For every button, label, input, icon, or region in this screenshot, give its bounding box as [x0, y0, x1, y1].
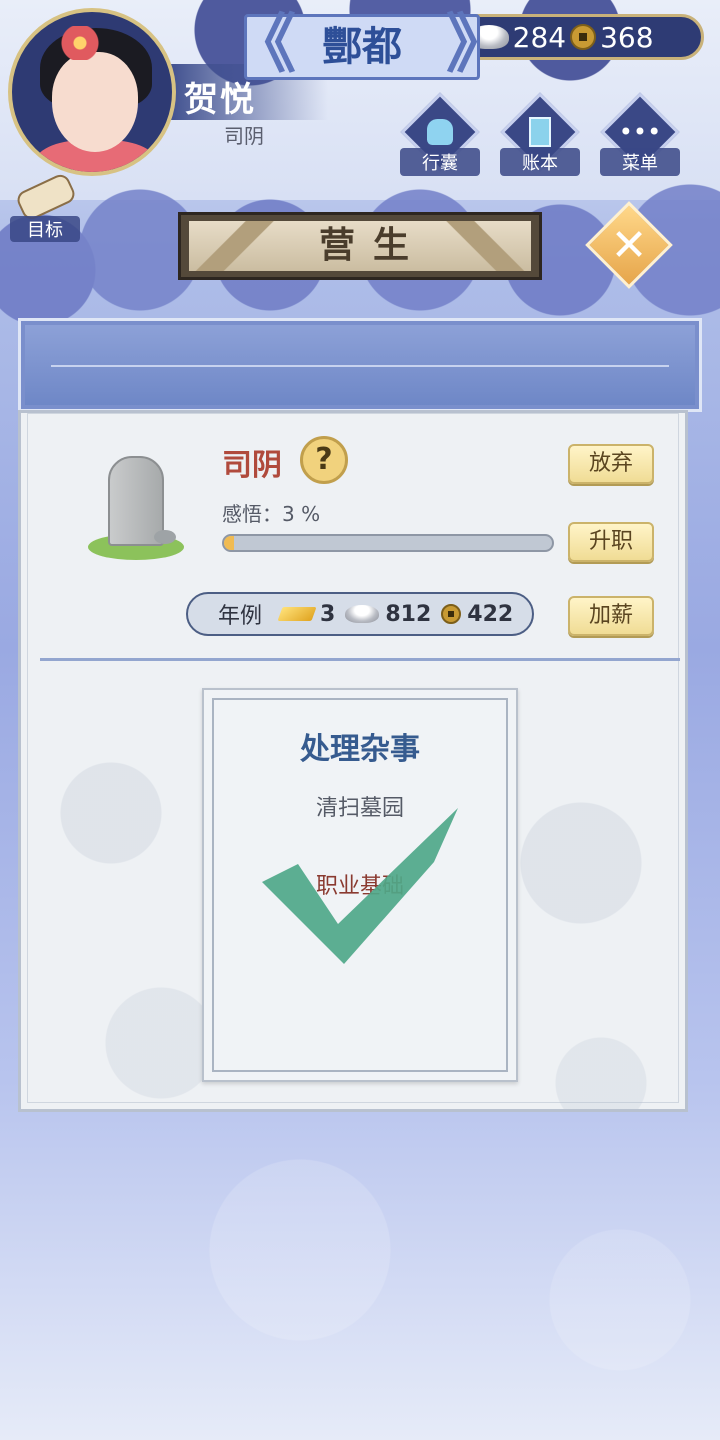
section-title: 营生 — [318, 225, 427, 266]
ledger-label: 账本 — [500, 148, 580, 176]
goal-label: 目标 — [10, 216, 80, 242]
checkmark-icon — [262, 808, 458, 964]
silver-amount: 284 — [512, 20, 567, 54]
salary-coin: 422 — [467, 601, 514, 627]
tombstone-icon — [84, 450, 194, 570]
header-ornament-left — [189, 221, 279, 271]
promote-button[interactable]: 升职 — [568, 522, 654, 562]
abandon-button[interactable]: 放弃 — [568, 444, 654, 484]
bag-button[interactable]: 行囊 — [400, 92, 480, 178]
raise-salary-button[interactable]: 加薪 — [568, 596, 654, 636]
player-avatar[interactable] — [8, 8, 176, 176]
insight-label: 感悟：3 % — [222, 502, 321, 526]
player-title: 司阴 — [224, 124, 264, 148]
job-title: 司阴 — [222, 448, 282, 483]
salary-gold: 3 — [320, 601, 336, 627]
annual-salary: 年例 3 812 422 — [186, 592, 534, 636]
bag-label: 行囊 — [400, 148, 480, 176]
ellipsis-icon: ••• — [618, 118, 662, 146]
menu-label: 菜单 — [600, 148, 680, 176]
section-header: 营生 — [178, 212, 542, 280]
gold-bar-icon — [277, 607, 317, 621]
coin-amount: 368 — [600, 20, 654, 54]
insight-progress-bar — [222, 534, 554, 552]
salary-label: 年例 — [218, 604, 263, 629]
scroll-icon — [14, 171, 78, 223]
avatar-face — [52, 52, 138, 152]
salary-silver: 812 — [385, 601, 432, 627]
panel-divider — [40, 658, 680, 661]
section-header-inner: 营生 — [189, 221, 531, 271]
help-icon[interactable]: ? — [300, 436, 348, 484]
insight-progress-fill — [224, 536, 234, 550]
flower-icon — [60, 26, 100, 60]
location-banner — [18, 318, 702, 412]
bag-icon — [424, 116, 456, 148]
location-title: 酆都 — [322, 24, 402, 70]
coin-currency: 368 — [570, 20, 654, 54]
ledger-button[interactable]: 账本 — [500, 92, 580, 178]
banner-line — [51, 365, 669, 367]
rock — [154, 530, 176, 544]
close-icon[interactable]: ✕ — [598, 214, 660, 276]
menu-button[interactable]: ••• 菜单 — [600, 92, 680, 178]
task-title: 处理杂事 — [300, 732, 420, 767]
book-icon — [524, 116, 556, 148]
goal-button[interactable]: 目标 — [10, 171, 80, 244]
silver-ingot-icon — [345, 605, 380, 623]
copper-coin-icon — [441, 604, 462, 624]
copper-coin-icon — [570, 24, 597, 50]
